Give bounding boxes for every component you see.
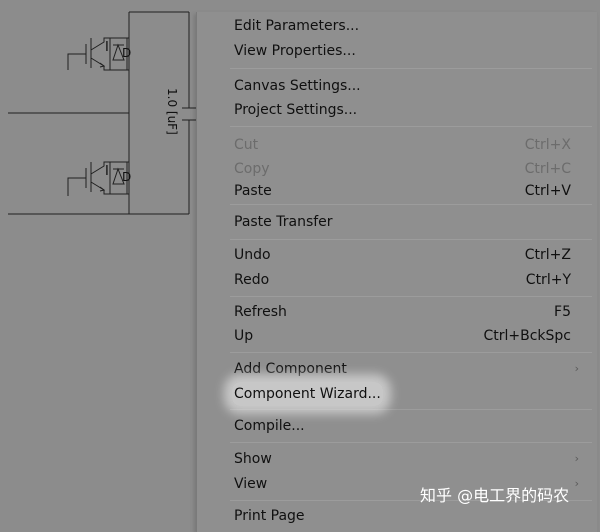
menu-item-shortcut: Ctrl+V [524, 183, 571, 199]
context-menu: Edit Parameters... View Properties... Canv… [196, 12, 597, 532]
capacitor-label: 1.0 [uF] [165, 88, 179, 135]
gate-label-top: I [105, 40, 109, 55]
menu-item-shortcut: Ctrl+Y [525, 272, 571, 288]
menu-item-undo[interactable]: Undo Ctrl+Z [197, 243, 597, 267]
menu-item-project-settings[interactable]: Project Settings... [197, 98, 597, 122]
igbt-bottom [67, 161, 129, 196]
menu-item-label: Print Page [234, 508, 305, 524]
submenu-arrow-icon: › [574, 362, 579, 375]
menu-item-label: Undo [234, 247, 271, 263]
menu-item-paste-transfer[interactable]: Paste Transfer [197, 210, 597, 234]
menu-item-copy[interactable]: Copy Ctrl+C [197, 157, 597, 181]
menu-item-redo[interactable]: Redo Ctrl+Y [197, 268, 597, 292]
menu-separator [230, 409, 592, 410]
menu-item-shortcut: Ctrl+Z [524, 247, 571, 263]
submenu-arrow-icon: › [574, 452, 579, 465]
menu-item-label: Component Wizard... [232, 382, 383, 406]
menu-item-label: View Properties... [234, 43, 356, 59]
watermark: 知乎 @电工界的码农 [420, 486, 570, 505]
menu-separator [230, 204, 592, 205]
igbt-top [67, 37, 129, 71]
menu-item-edit-parameters[interactable]: Edit Parameters... [197, 14, 597, 38]
menu-item-shortcut: Ctrl+BckSpc [483, 328, 571, 344]
menu-item-label: Redo [234, 272, 270, 288]
menu-separator [230, 442, 592, 443]
menu-item-label: View [234, 476, 268, 492]
menu-item-label: Copy [234, 161, 270, 177]
menu-item-label: Paste [234, 183, 272, 199]
menu-item-cut[interactable]: Cut Ctrl+X [197, 133, 597, 157]
diode-label-bottom: D [122, 170, 131, 184]
menu-separator [230, 68, 592, 69]
menu-item-label: Show [234, 451, 272, 467]
menu-item-compile[interactable]: Compile... [197, 414, 597, 438]
menu-item-canvas-settings[interactable]: Canvas Settings... [197, 74, 597, 98]
menu-item-component-wizard[interactable]: Component Wizard... [197, 382, 597, 406]
gate-label-bottom: I [105, 164, 109, 179]
menu-item-label: Edit Parameters... [234, 18, 360, 34]
menu-item-label: Add Component [234, 361, 347, 377]
submenu-arrow-icon: › [574, 477, 579, 490]
menu-item-view-properties[interactable]: View Properties... [197, 39, 597, 63]
menu-item-add-component[interactable]: Add Component › [197, 357, 597, 381]
menu-item-print-page[interactable]: Print Page [197, 504, 597, 528]
menu-item-shortcut: F5 [554, 304, 571, 320]
menu-item-label: Paste Transfer [234, 214, 333, 230]
diode-label-top: D [122, 46, 131, 60]
menu-separator [230, 352, 592, 353]
menu-item-up[interactable]: Up Ctrl+BckSpc [197, 324, 597, 348]
menu-separator [230, 296, 592, 297]
menu-item-shortcut: Ctrl+X [524, 137, 571, 153]
menu-item-shortcut: Ctrl+C [524, 161, 571, 177]
menu-item-label: Project Settings... [234, 102, 358, 118]
menu-item-label: Cut [234, 137, 259, 153]
menu-item-label: Canvas Settings... [234, 78, 361, 94]
menu-separator [230, 126, 592, 127]
menu-item-label: Refresh [234, 304, 287, 320]
menu-item-paste[interactable]: Paste Ctrl+V [197, 179, 597, 203]
menu-item-label: Up [234, 328, 254, 344]
menu-item-show[interactable]: Show › [197, 447, 597, 471]
menu-separator [230, 239, 592, 240]
menu-item-label: Compile... [234, 418, 305, 434]
menu-item-refresh[interactable]: Refresh F5 [197, 300, 597, 324]
